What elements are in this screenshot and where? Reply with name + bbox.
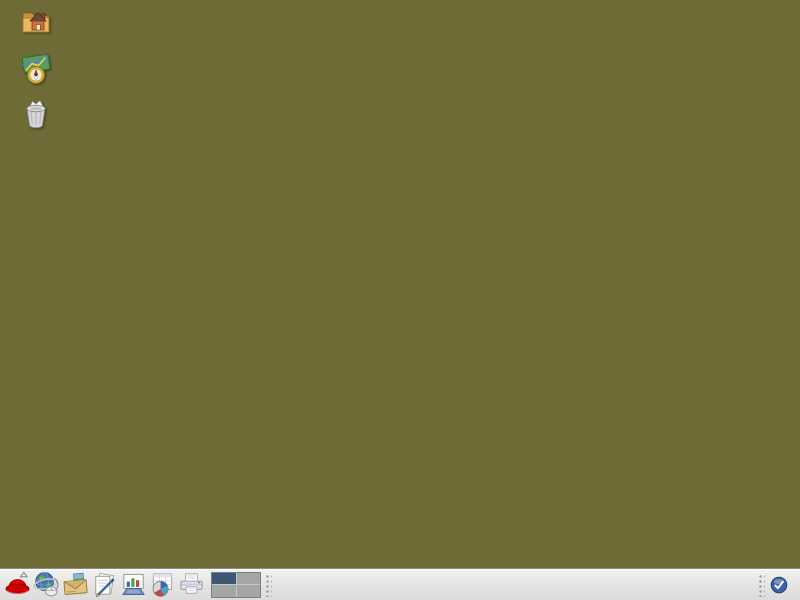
desktop-icon-trash[interactable] (2, 97, 70, 132)
spreadsheet-button[interactable] (148, 570, 177, 600)
workspace-3[interactable] (212, 585, 236, 597)
panel-drag-handle-right[interactable] (757, 573, 765, 597)
print-manager-button[interactable] (177, 570, 206, 600)
desktop-icon-johns-home[interactable] (2, 4, 70, 39)
pie-chart-sheet-icon (149, 571, 176, 598)
workspace-switcher[interactable] (211, 572, 261, 598)
home-folder-icon (19, 4, 53, 38)
printer-icon (178, 571, 205, 598)
bar-chart-screen-icon (120, 571, 147, 598)
wallpaper-coneflowers (0, 0, 800, 568)
documents-pen-icon (91, 571, 118, 598)
workspace-4[interactable] (237, 585, 261, 597)
workspace-1[interactable] (212, 573, 236, 585)
web-browser-button[interactable] (32, 570, 61, 600)
word-processor-button[interactable] (90, 570, 119, 600)
update-notifier-button[interactable] (769, 575, 789, 595)
email-button[interactable] (61, 570, 90, 600)
trash-icon (19, 97, 53, 131)
workspace-2[interactable] (237, 573, 261, 585)
screen (0, 0, 800, 600)
main-menu-button[interactable] (3, 570, 32, 600)
envelope-photo-icon (62, 571, 89, 598)
desktop-icon-start-here[interactable] (2, 52, 70, 87)
start-here-icon (19, 52, 53, 86)
update-check-icon (770, 576, 788, 594)
taskbar (0, 568, 800, 600)
globe-mouse-icon (33, 571, 60, 598)
presentation-button[interactable] (119, 570, 148, 600)
red-hat-icon (4, 571, 31, 598)
panel-drag-handle-left[interactable] (264, 573, 272, 597)
desktop[interactable] (0, 0, 800, 568)
